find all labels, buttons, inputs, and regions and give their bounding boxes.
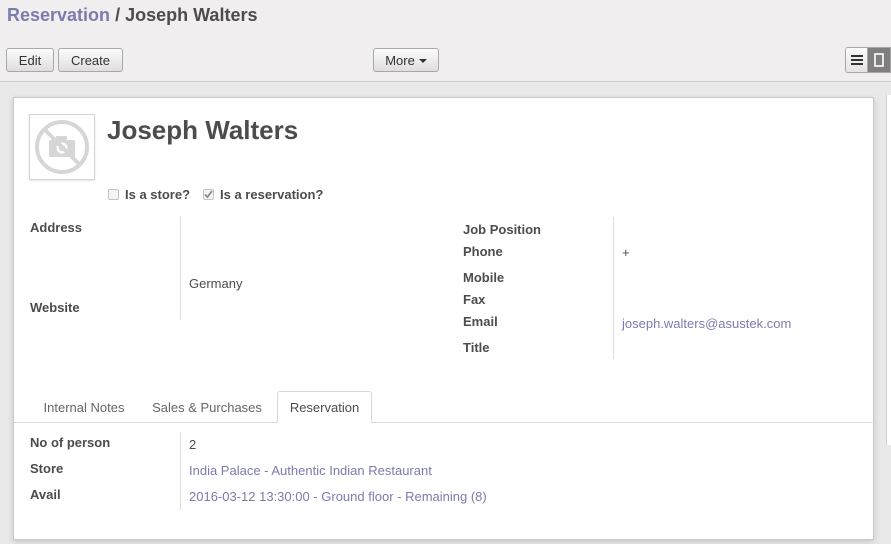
list-view-icon <box>850 55 863 65</box>
reservation-field-divider <box>180 432 181 510</box>
avail-label: Avail <box>30 487 61 502</box>
edit-button[interactable]: Edit <box>6 48 54 72</box>
breadcrumb-separator: / <box>115 5 121 25</box>
list-view-button[interactable] <box>846 48 869 72</box>
create-button[interactable]: Create <box>58 48 123 72</box>
breadcrumb-current: Joseph Walters <box>125 5 258 25</box>
fax-label: Fax <box>463 292 486 307</box>
avatar[interactable] <box>29 114 95 180</box>
more-button-label: More <box>385 52 415 68</box>
is-store-label: Is a store? <box>125 187 191 202</box>
checkmark-icon <box>204 190 213 199</box>
form-view-button[interactable] <box>868 48 890 72</box>
website-label: Website <box>30 300 80 315</box>
address-label: Address <box>30 220 83 235</box>
avail-link[interactable]: 2016-03-12 13:30:00 - Ground floor - Rem… <box>189 489 487 504</box>
control-panel: Reservation / Joseph Walters Edit Create… <box>0 0 891 82</box>
email-label: Email <box>463 314 498 329</box>
is-reservation-label: Is a reservation? <box>220 187 324 202</box>
view-switcher <box>845 47 891 73</box>
no-of-person-value: 2 <box>189 437 197 452</box>
record-name: Joseph Walters <box>107 115 299 145</box>
mobile-label: Mobile <box>463 270 505 285</box>
phone-value: + <box>622 245 630 260</box>
email-link[interactable]: joseph.walters@asustek.com <box>622 316 791 331</box>
store-link[interactable]: India Palace - Authentic Indian Restaura… <box>189 463 432 478</box>
tab-internal-notes[interactable]: Internal Notes <box>30 391 138 423</box>
tab-sales-purchases[interactable]: Sales & Purchases <box>140 391 274 423</box>
left-field-divider <box>180 217 181 319</box>
more-dropdown-button[interactable]: More <box>373 48 439 72</box>
address-country-value: Germany <box>189 276 243 291</box>
is-reservation-checkbox[interactable] <box>203 189 214 200</box>
breadcrumb-parent-link[interactable]: Reservation <box>7 5 110 25</box>
job-position-label: Job Position <box>463 222 541 237</box>
tab-reservation[interactable]: Reservation <box>277 391 372 423</box>
right-field-divider <box>613 217 614 359</box>
title-label: Title <box>463 340 490 355</box>
form-view-icon <box>874 53 884 67</box>
caret-down-icon <box>418 58 427 63</box>
is-store-checkbox[interactable] <box>108 189 119 200</box>
phone-label: Phone <box>463 244 503 259</box>
no-of-person-label: No of person <box>30 435 111 450</box>
breadcrumb: Reservation / Joseph Walters <box>7 5 257 26</box>
no-photo-camera-icon <box>35 120 89 174</box>
store-label: Store <box>30 461 64 476</box>
scrollbar[interactable] <box>886 95 891 445</box>
